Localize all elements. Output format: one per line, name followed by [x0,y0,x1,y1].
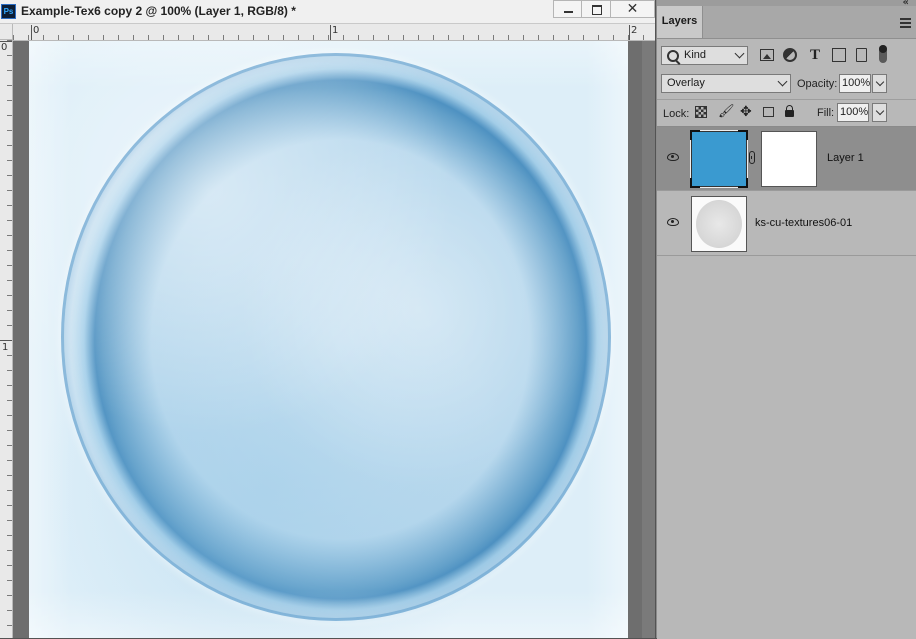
ruler-major-tick [31,25,32,40]
shape-layer-filter-icon[interactable] [832,48,846,62]
document-title-bar[interactable]: Ps Example-Tex6 copy 2 @ 100% (Layer 1, … [0,0,655,24]
chevron-down-icon [777,76,788,87]
chain-link-icon[interactable] [749,151,755,164]
ruler-label: 0 [33,25,40,36]
pixel-layer-filter-icon[interactable] [760,49,774,61]
layer-filter-row: Kind T [657,40,916,70]
lock-image-pixels-icon[interactable]: 🖌 [718,105,735,118]
search-icon [667,50,679,62]
eye-icon[interactable] [667,218,679,226]
vertical-ruler[interactable]: 0 1 [0,40,13,638]
blend-mode-select[interactable]: Overlay [661,74,791,93]
smart-object-filter-icon[interactable] [856,48,867,62]
ruler-major-tick [330,25,331,40]
layer-mask-thumbnail[interactable] [761,131,817,187]
maximize-button[interactable] [581,0,611,18]
opacity-label: Opacity: [797,78,838,90]
image-canvas[interactable] [29,41,628,638]
layer-row-layer-1[interactable]: Layer 1 [657,127,916,191]
type-layer-filter-icon[interactable]: T [808,48,822,63]
fill-label: Fill: [817,107,835,119]
layers-panel: « Layers Kind T Overlay Opacity: 100% Lo… [656,0,916,639]
selection-corner [738,178,748,188]
photoshop-logo-icon: Ps [1,4,16,19]
fill-field[interactable]: 100% [837,103,869,122]
opacity-field[interactable]: 100% [839,74,871,93]
layer-row-ks-cu-textures06-01[interactable]: ks-cu-textures06-01 [657,192,916,256]
layer-name[interactable]: ks-cu-textures06-01 [755,216,852,230]
layer-name[interactable]: Layer 1 [827,151,864,165]
panel-menu-icon[interactable] [900,18,911,30]
filter-kind-select[interactable]: Kind [661,46,748,65]
lock-row: Lock: 🖌 ✥ Fill: 100% [657,99,916,126]
chevron-down-icon [734,48,745,59]
ruler-label: 0 [1,42,8,53]
ruler-label: 2 [631,25,638,36]
minimize-button[interactable] [553,0,583,18]
ruler-major-tick [629,25,630,40]
close-button[interactable]: ✕ [610,0,655,18]
document-title: Example-Tex6 copy 2 @ 100% (Layer 1, RGB… [21,4,296,18]
vertical-scrollbar[interactable] [642,41,655,638]
document-window: Ps Example-Tex6 copy 2 @ 100% (Layer 1, … [0,0,655,638]
tab-layers[interactable]: Layers [657,6,703,38]
fill-slider-button[interactable] [872,103,887,122]
horizontal-ruler[interactable]: 0 1 2 [13,24,655,41]
blend-mode-value: Overlay [667,77,705,89]
texture-preview [696,200,742,248]
blend-row: Overlay Opacity: 100% [657,72,916,96]
ruler-label: 1 [2,342,9,353]
lock-position-icon[interactable]: ✥ [740,105,752,119]
opacity-slider-button[interactable] [872,74,887,93]
filter-kind-label: Kind [684,49,707,61]
ruler-label: 1 [332,25,339,36]
filter-toggle-switch[interactable] [879,45,887,63]
selection-corner [690,130,700,140]
lock-artboard-icon[interactable] [763,107,774,117]
lock-transparent-pixels-icon[interactable] [695,106,707,118]
ice-circle [61,53,611,621]
selection-corner [690,178,700,188]
layer-thumbnail[interactable] [691,196,747,252]
lock-all-icon[interactable] [785,105,794,117]
adjustment-layer-filter-icon[interactable] [783,48,797,62]
selection-corner [738,130,748,140]
close-icon: ✕ [626,1,639,17]
ruler-origin[interactable] [0,24,13,40]
ruler-major-tick [0,340,12,341]
pasteboard [628,41,642,638]
lock-label: Lock: [663,108,690,120]
layers-list: Layer 1 ks-cu-textures06-01 [657,126,916,639]
eye-icon[interactable] [667,153,679,161]
panel-tab-bar: Layers [657,6,916,39]
layer-thumbnail[interactable] [690,130,748,188]
